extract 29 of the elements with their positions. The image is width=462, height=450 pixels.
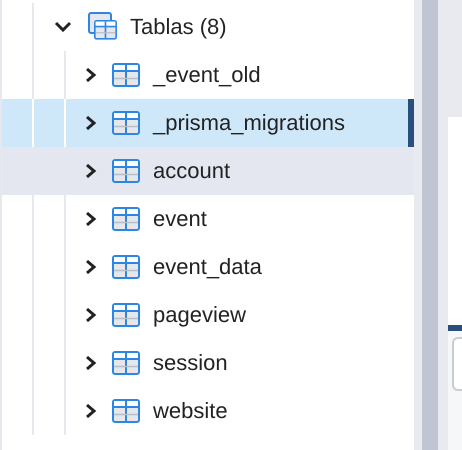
chevron-right-icon[interactable]: [84, 211, 98, 227]
input-field[interactable]: [452, 337, 462, 391]
tree-item[interactable]: event: [2, 195, 414, 243]
chevron-right-icon[interactable]: [84, 115, 98, 131]
table-icon: [112, 111, 140, 135]
table-icon: [112, 63, 140, 87]
chevron-right-icon[interactable]: [84, 163, 98, 179]
chevron-down-icon[interactable]: [54, 21, 72, 33]
tree-item[interactable]: _prisma_migrations: [2, 99, 414, 147]
tab-indicator: [448, 325, 462, 331]
tree-item[interactable]: pageview: [2, 291, 414, 339]
table-icon: [112, 207, 140, 231]
chevron-right-icon[interactable]: [84, 355, 98, 371]
table-icon: [112, 255, 140, 279]
tree-item[interactable]: session: [2, 339, 414, 387]
chevron-right-icon[interactable]: [84, 307, 98, 323]
table-icon: [112, 303, 140, 327]
tree-item[interactable]: event_data: [2, 243, 414, 291]
tree-node-label[interactable]: Tablas (8): [130, 14, 227, 40]
table-icon: [112, 351, 140, 375]
scrollbar[interactable]: [422, 0, 438, 450]
chevron-right-icon[interactable]: [84, 403, 98, 419]
table-icon: [112, 159, 140, 183]
table-icon: [112, 399, 140, 423]
chevron-right-icon[interactable]: [84, 259, 98, 275]
tree-item[interactable]: account: [2, 147, 414, 195]
tables-icon: [88, 12, 118, 42]
tree-item[interactable]: website: [2, 387, 414, 435]
chevron-right-icon[interactable]: [84, 67, 98, 83]
